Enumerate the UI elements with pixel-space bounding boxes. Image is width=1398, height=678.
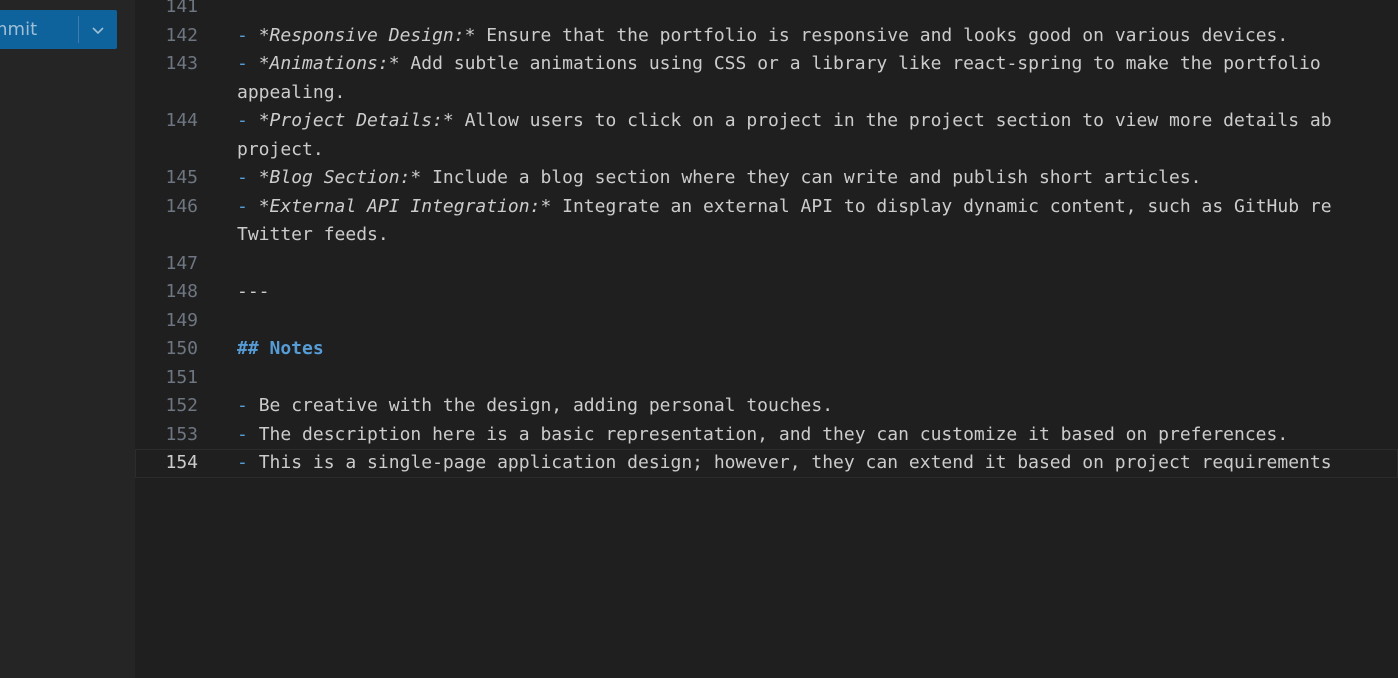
line-number: 151 xyxy=(165,366,198,388)
line-text: - This is a single-page application desi… xyxy=(237,449,1332,478)
editor-line-wrap[interactable]: appealing. xyxy=(135,79,1398,108)
editor-line[interactable]: 146 - *External API Integration:* Integra… xyxy=(135,193,1398,222)
line-text: - *Blog Section:* Include a blog section… xyxy=(237,164,1202,193)
line-number: 150 xyxy=(165,338,198,359)
list-bullet: - xyxy=(237,53,259,74)
list-bullet: - xyxy=(237,423,259,445)
text-span: Allow users to click on a project in the… xyxy=(453,110,1332,131)
editor-line[interactable]: 148 --- xyxy=(135,278,1398,307)
emphasis-text: *Project Details:* xyxy=(258,110,454,131)
emphasis-text: *External API Integration:* xyxy=(258,195,552,217)
list-bullet: - xyxy=(237,24,259,46)
chevron-down-icon xyxy=(92,26,104,34)
text-span: Ensure that the portfolio is responsive … xyxy=(475,24,1289,46)
line-number: 146 xyxy=(165,195,198,217)
editor-line[interactable]: 143 - *Animations:* Add subtle animations… xyxy=(135,50,1398,79)
emphasis-text: *Blog Section:* xyxy=(258,167,422,188)
list-bullet: - xyxy=(237,110,259,131)
editor-line[interactable]: 147 xyxy=(135,250,1398,279)
line-text: ## Notes xyxy=(237,335,324,364)
line-text: - *Animations:* Add subtle animations us… xyxy=(237,50,1321,79)
line-text: - *External API Integration:* Integrate … xyxy=(237,193,1332,222)
line-number: 141 xyxy=(165,0,198,17)
editor-line[interactable]: 149 xyxy=(135,307,1398,336)
editor-line[interactable]: 144 - *Project Details:* Allow users to c… xyxy=(135,107,1398,136)
text-span: Include a blog section where they can wr… xyxy=(421,167,1202,188)
line-number: 144 xyxy=(165,110,198,131)
list-bullet: - xyxy=(237,452,259,473)
line-text: appealing. xyxy=(237,79,345,108)
text-span: appealing. xyxy=(237,81,346,103)
editor-line[interactable]: 141 xyxy=(135,0,1398,22)
editor-line-wrap[interactable]: Twitter feeds. xyxy=(135,221,1398,250)
line-number: 143 xyxy=(165,53,198,74)
text-span: The description here is a basic represen… xyxy=(258,423,1289,445)
line-number: 153 xyxy=(165,423,198,445)
commit-button-group: mmit xyxy=(0,10,117,49)
emphasis-text: *Animations:* xyxy=(258,53,400,74)
editor-line[interactable]: 151 xyxy=(135,364,1398,393)
list-bullet: - xyxy=(237,395,259,416)
app-window: mmit 141 142 - *Responsive Design:* Ensure… xyxy=(0,0,1398,678)
text-span: Add subtle animations using CSS or a lib… xyxy=(399,53,1321,74)
line-number: 149 xyxy=(165,309,198,331)
list-bullet: - xyxy=(237,195,259,217)
emphasis-text: *Responsive Design:* xyxy=(258,24,476,46)
line-text: project. xyxy=(237,136,324,165)
text-span: project. xyxy=(237,138,324,160)
editor-line[interactable]: 154 - This is a single-page application d… xyxy=(135,449,1398,478)
text-span: --- xyxy=(237,281,270,302)
markdown-heading: ## Notes xyxy=(237,338,324,359)
text-span: Be creative with the design, adding pers… xyxy=(258,395,834,416)
editor-line[interactable]: 142 - *Responsive Design:* Ensure that th… xyxy=(135,22,1398,51)
list-bullet: - xyxy=(237,167,259,188)
commit-button[interactable]: mmit xyxy=(0,10,78,49)
line-text: - Be creative with the design, adding pe… xyxy=(237,392,833,421)
editor-line[interactable]: 152 - Be creative with the design, adding… xyxy=(135,392,1398,421)
line-text: - *Project Details:* Allow users to clic… xyxy=(237,107,1332,136)
line-number: 152 xyxy=(165,395,198,416)
line-text: Twitter feeds. xyxy=(237,221,389,250)
line-number: 142 xyxy=(165,24,198,46)
text-span: This is a single-page application design… xyxy=(258,452,1332,473)
line-number: 154 xyxy=(165,452,198,473)
editor-line[interactable]: 150 ## Notes xyxy=(135,335,1398,364)
text-editor[interactable]: 141 142 - *Responsive Design:* Ensure that… xyxy=(135,0,1398,678)
text-span: Twitter feeds. xyxy=(237,224,389,245)
editor-line-wrap[interactable]: project. xyxy=(135,136,1398,165)
line-text: --- xyxy=(237,278,270,307)
editor-line[interactable]: 145 - *Blog Section:* Include a blog sect… xyxy=(135,164,1398,193)
text-span: Integrate an external API to display dyn… xyxy=(551,195,1332,217)
commit-dropdown-button[interactable] xyxy=(79,10,117,49)
line-text: - The description here is a basic repres… xyxy=(237,421,1288,450)
line-number: 145 xyxy=(165,167,198,188)
editor-line[interactable]: 153 - The description here is a basic rep… xyxy=(135,421,1398,450)
line-number: 148 xyxy=(165,281,198,302)
line-number: 147 xyxy=(165,252,198,274)
line-text: - *Responsive Design:* Ensure that the p… xyxy=(237,22,1288,51)
source-control-panel: mmit xyxy=(0,0,135,678)
